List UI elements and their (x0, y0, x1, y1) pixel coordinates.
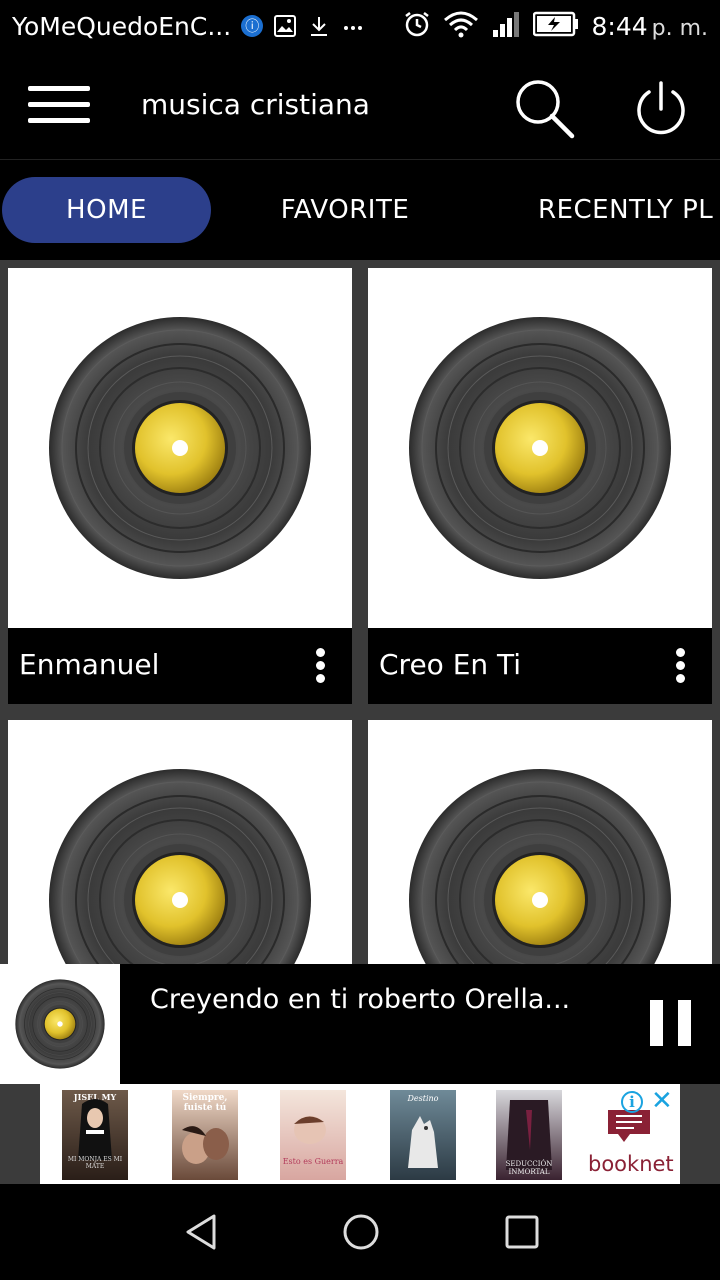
vinyl-icon (368, 268, 712, 628)
status-time: 8:44 (591, 11, 648, 41)
ad-info-icon[interactable]: i (621, 1091, 643, 1113)
menu-icon[interactable] (28, 86, 92, 126)
song-grid: Enmanuel Creo En Ti (0, 260, 720, 964)
more-icon (341, 14, 365, 38)
download-icon (307, 14, 331, 38)
tab-bar: HOME FAVORITE RECENTLY PL (0, 160, 720, 260)
more-options-icon[interactable] (314, 648, 326, 684)
song-card[interactable] (368, 720, 712, 964)
back-icon[interactable] (182, 1212, 222, 1252)
app-bar: musica cristiana (0, 52, 720, 160)
status-app-name: YoMeQuedoEnC... (12, 11, 232, 41)
book-subtitle: MI MONJA ES MI MATE (67, 1156, 123, 1170)
image-icon (273, 14, 297, 38)
now-playing-title: Creyendo en ti roberto Orella... (150, 984, 571, 1015)
tab-favorite[interactable]: FAVORITE (250, 177, 440, 243)
ad-book-cover[interactable]: Destino (390, 1090, 456, 1180)
ad-book-cover[interactable]: SEDUCCIÓN INMORTAL (496, 1090, 562, 1180)
book-title: Esto es Guerra (282, 1157, 344, 1166)
more-options-icon[interactable] (674, 648, 686, 684)
song-card[interactable]: Creo En Ti (368, 268, 712, 704)
song-card[interactable]: Enmanuel (8, 268, 352, 704)
recents-icon[interactable] (502, 1212, 542, 1252)
status-bar: YoMeQuedoEnC... ⓘ 8:44 p. m. (0, 0, 720, 52)
ad-book-cover[interactable]: Esto es Guerra (280, 1090, 346, 1180)
wifi-icon (443, 10, 479, 43)
ad-banner[interactable]: JISEL MY MI MONJA ES MI MATE Siempre, fu… (0, 1084, 720, 1184)
power-icon[interactable] (632, 79, 690, 137)
song-title: Creo En Ti (379, 648, 522, 681)
battery-icon (533, 11, 579, 42)
song-title: Enmanuel (19, 648, 160, 681)
search-icon[interactable] (512, 76, 578, 142)
status-ampm: p. m. (651, 15, 708, 41)
ad-content[interactable]: JISEL MY MI MONJA ES MI MATE Siempre, fu… (40, 1084, 680, 1184)
signal-icon (491, 10, 521, 43)
ad-book-cover[interactable]: Siempre, fuiste tú (172, 1090, 238, 1180)
app-title: musica cristiana (141, 88, 370, 121)
song-card[interactable] (8, 720, 352, 964)
vinyl-icon (368, 720, 712, 964)
booknet-brand: booknet (588, 1152, 674, 1176)
vinyl-icon (8, 268, 352, 628)
tab-recently-played[interactable]: RECENTLY PL (538, 177, 713, 243)
ad-book-cover[interactable]: JISEL MY MI MONJA ES MI MATE (62, 1090, 128, 1180)
song-label-bar: Enmanuel (8, 628, 352, 704)
system-nav-bar (0, 1184, 720, 1280)
player-vinyl-icon (0, 964, 120, 1084)
mini-player[interactable]: Creyendo en ti roberto Orella... (0, 964, 720, 1084)
vinyl-icon (8, 720, 352, 964)
alarm-icon (403, 10, 431, 43)
tab-home[interactable]: HOME (2, 177, 211, 243)
headset-dot-icon: ⓘ (241, 15, 264, 37)
pause-icon[interactable] (650, 1000, 692, 1046)
ad-close-icon[interactable]: ✕ (651, 1086, 673, 1116)
song-label-bar: Creo En Ti (368, 628, 712, 704)
book-title: SEDUCCIÓN INMORTAL (505, 1160, 553, 1176)
home-icon[interactable] (341, 1212, 381, 1252)
